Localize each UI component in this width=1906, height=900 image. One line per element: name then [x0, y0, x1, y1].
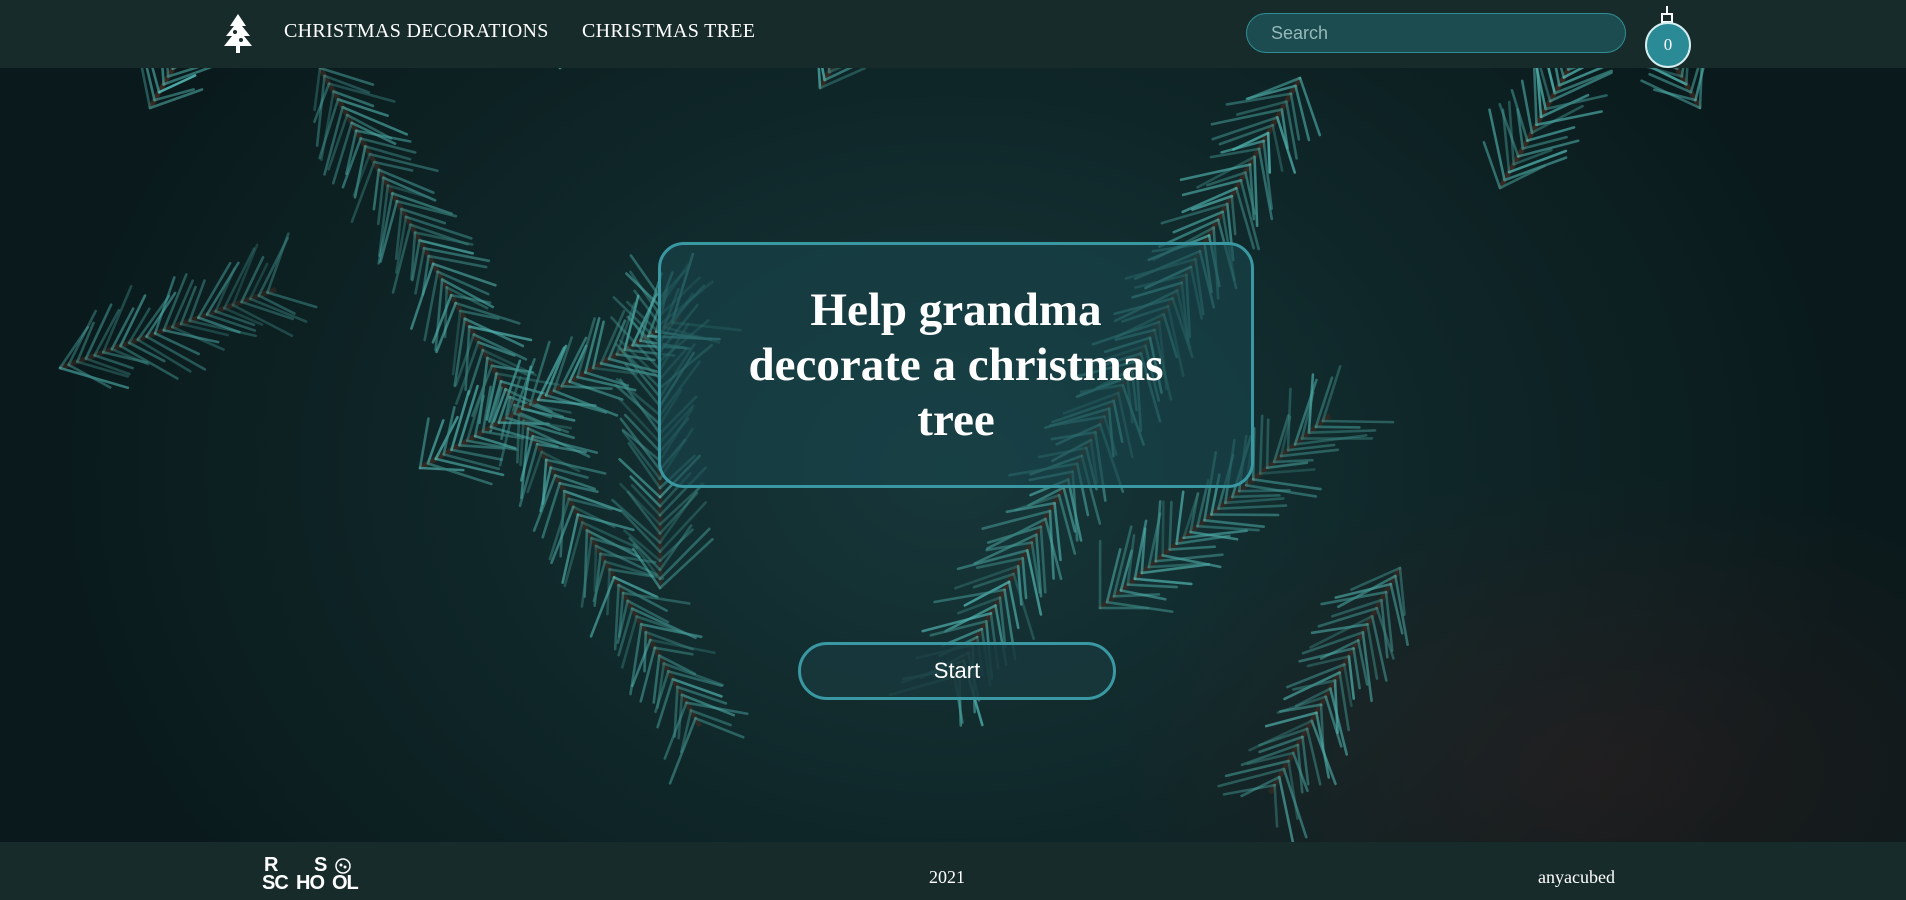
site-header: CHRISTMAS DECORATIONS CHRISTMAS TREE 0: [0, 0, 1906, 68]
nav-link-tree[interactable]: CHRISTMAS TREE: [582, 20, 755, 43]
christmas-tree-icon[interactable]: [222, 12, 254, 54]
rs-school-badge-icon: [335, 858, 351, 874]
hero-section: Help grandma decorate a christmas tree S…: [0, 68, 1906, 842]
favorites-count: 0: [1645, 22, 1691, 68]
start-button[interactable]: Start: [798, 642, 1116, 700]
title-card: Help grandma decorate a christmas tree: [658, 242, 1254, 488]
favorites-counter[interactable]: 0: [1645, 6, 1691, 68]
rs-school-logo[interactable]: R S SC HO OL: [262, 855, 366, 895]
page-title: Help grandma decorate a christmas tree: [748, 283, 1164, 446]
footer-year: 2021: [929, 867, 965, 887]
search-input[interactable]: [1246, 13, 1626, 53]
nav-link-decorations[interactable]: CHRISTMAS DECORATIONS: [284, 20, 549, 43]
footer-author-link[interactable]: anyacubed: [1538, 867, 1615, 888]
